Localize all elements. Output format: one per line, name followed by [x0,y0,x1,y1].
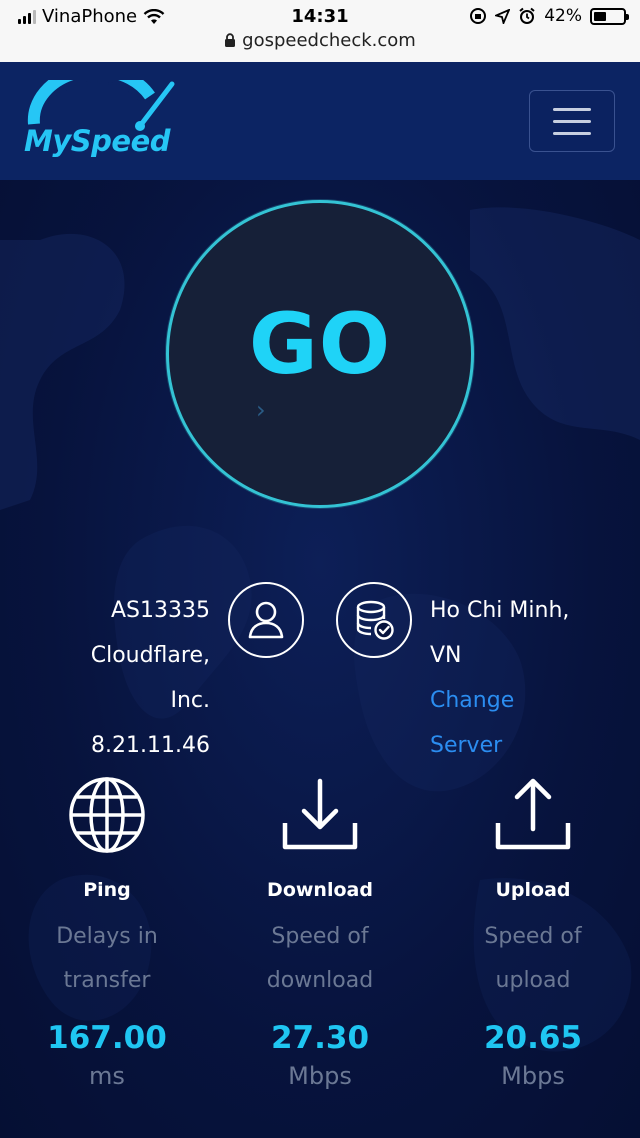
location-icon [495,8,511,24]
site-header: MySpeed [0,62,640,180]
isp-name-line2: Inc. [170,688,210,713]
upload-stat: Upload Speed of upload 20.65 Mbps [426,775,640,1090]
ping-unit: ms [89,1062,125,1090]
ping-description: Delays in transfer [56,924,158,993]
isp-info: AS13335 Cloudflare, Inc. 8.21.11.46 [91,588,210,768]
status-bar: VinaPhone 14:31 42% gospeedcheck.com [0,0,640,62]
download-icon [282,778,358,850]
database-check-icon [336,582,412,658]
change-server-link[interactable]: Change Server [430,678,569,768]
chevron-right-icon: › [256,396,266,424]
logo[interactable]: MySpeed [22,80,187,162]
main-content: GO › AS13335 Cloudflare, Inc. 8.21.11.46… [0,180,640,1138]
isp-asn: AS13335 [111,598,210,623]
isp-name-line1: Cloudflare, [90,643,210,668]
battery-icon [590,7,629,25]
go-label: GO [248,295,392,393]
screen-lock-icon [470,8,487,24]
download-value: 27.30 [270,1020,370,1056]
server-info: Ho Chi Minh, VN Change Server [430,588,569,768]
hamburger-icon [553,107,591,111]
user-icon [228,582,304,658]
battery-percent: 42% [544,6,582,26]
download-label: Download [267,879,373,901]
upload-label: Upload [495,879,571,901]
upload-value: 20.65 [483,1020,583,1056]
upload-description: Speed of upload [484,924,582,993]
go-button[interactable]: GO [166,200,474,508]
ip-address: 8.21.11.46 [91,733,210,758]
download-stat: Download Speed of download 27.30 Mbps [213,775,427,1090]
server-location-line2: VN [430,643,462,668]
lock-icon [225,33,236,47]
download-unit: Mbps [288,1062,352,1090]
address-bar[interactable]: gospeedcheck.com [0,30,640,51]
ping-label: Ping [83,879,131,901]
server-location-line1: Ho Chi Minh, [430,598,570,623]
url-text: gospeedcheck.com [242,30,416,51]
go-button-container: GO › [166,200,474,508]
upload-icon [495,778,571,850]
logo-text: MySpeed [24,124,171,158]
ping-stat: Ping Delays in transfer 167.00 ms [0,775,214,1090]
download-description: Speed of download [266,924,374,993]
hamburger-menu-button[interactable] [529,90,615,152]
alarm-icon [519,7,535,24]
upload-unit: Mbps [501,1062,565,1090]
ping-value: 167.00 [47,1020,167,1056]
globe-icon [69,777,145,853]
